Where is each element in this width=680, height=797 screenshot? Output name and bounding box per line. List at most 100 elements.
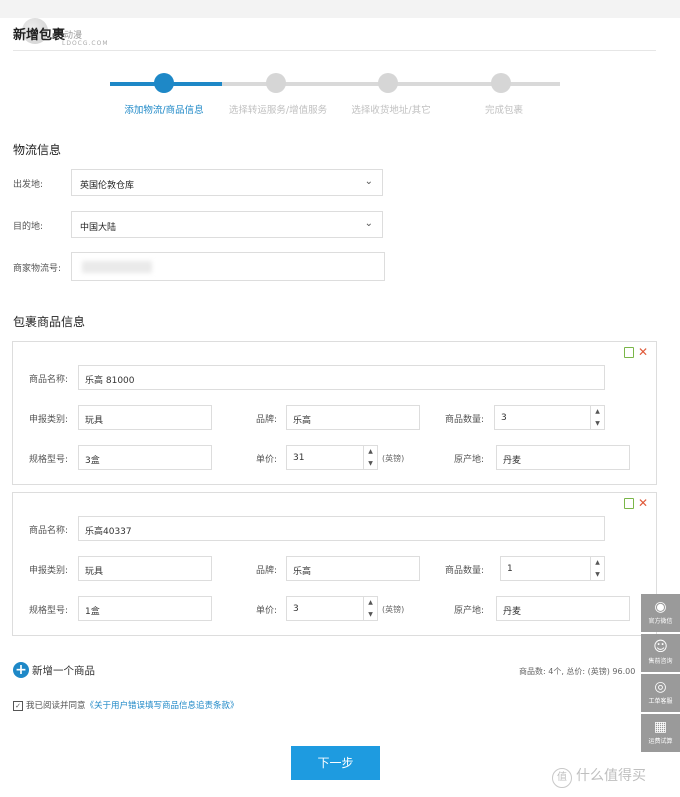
page-title: 新增包裹 bbox=[13, 28, 66, 43]
model-value: 3盒 bbox=[85, 456, 100, 466]
add-item-button[interactable]: + 新增一个商品 bbox=[13, 662, 95, 678]
brand-value: 乐高 bbox=[293, 567, 312, 577]
name-label: 商品名称: bbox=[29, 526, 69, 536]
grid-icon: ▦ bbox=[653, 719, 668, 735]
chevron-down-icon: ⌄ bbox=[364, 176, 373, 187]
plus-circle-icon: + bbox=[13, 662, 29, 678]
price-value: 31 bbox=[293, 453, 305, 463]
tool-presale[interactable]: ☺ 售前咨询 bbox=[641, 634, 680, 672]
category-value: 玩具 bbox=[85, 567, 104, 577]
caret-down-icon[interactable]: ▼ bbox=[591, 418, 604, 430]
name-value: 乐高40337 bbox=[85, 527, 132, 537]
tracking-input[interactable] bbox=[71, 252, 385, 281]
title-divider bbox=[13, 50, 656, 51]
copy-icon[interactable] bbox=[623, 346, 634, 358]
qty-value: 3 bbox=[501, 413, 507, 423]
origin-value: 丹麦 bbox=[503, 456, 522, 466]
origin-label: 原产地: bbox=[454, 455, 485, 465]
caret-up-icon[interactable]: ▲ bbox=[591, 557, 604, 569]
model-input[interactable]: 1盒 bbox=[78, 596, 212, 621]
price-stepper[interactable]: 31 ▲ ▼ bbox=[286, 445, 378, 470]
headset-icon: ◎ bbox=[654, 679, 667, 695]
step-dot-1[interactable] bbox=[154, 73, 174, 93]
model-label: 规格型号: bbox=[29, 455, 69, 465]
origin-value: 丹麦 bbox=[503, 607, 522, 617]
qty-spinner[interactable]: ▲ ▼ bbox=[590, 557, 604, 580]
step-dot-4[interactable] bbox=[491, 73, 511, 93]
tool-label: 运费试算 bbox=[648, 738, 673, 745]
tool-wechat[interactable]: ◉ 官方微信 bbox=[641, 594, 680, 632]
blurred-tracking-number bbox=[82, 261, 152, 273]
qty-label: 商品数量: bbox=[445, 566, 485, 576]
close-icon[interactable]: ✕ bbox=[638, 345, 648, 359]
qty-label: 商品数量: bbox=[445, 415, 485, 425]
brand-logo: 值 bbox=[552, 768, 572, 788]
to-select-value: 中国大陆 bbox=[80, 223, 117, 233]
copy-icon[interactable] bbox=[623, 497, 634, 509]
qty-spinner[interactable]: ▲ ▼ bbox=[590, 406, 604, 429]
from-label: 出发地: bbox=[13, 180, 44, 190]
step-dot-3[interactable] bbox=[378, 73, 398, 93]
caret-down-icon[interactable]: ▼ bbox=[364, 458, 377, 470]
close-icon[interactable]: ✕ bbox=[638, 496, 648, 510]
category-input[interactable]: 玩具 bbox=[78, 556, 212, 581]
caret-down-icon[interactable]: ▼ bbox=[591, 569, 604, 581]
tool-ticket[interactable]: ◎ 工单客服 bbox=[641, 674, 680, 712]
watermark-sub: LDOCG.COM bbox=[62, 40, 109, 47]
model-input[interactable]: 3盒 bbox=[78, 445, 212, 470]
caret-up-icon[interactable]: ▲ bbox=[364, 597, 377, 609]
tool-label: 官方微信 bbox=[648, 618, 673, 625]
agree-checkbox[interactable]: ✓ bbox=[13, 700, 23, 711]
card-actions: ✕ bbox=[623, 496, 648, 510]
currency-unit: (英镑) bbox=[382, 605, 405, 614]
robot-icon: ☺ bbox=[653, 639, 668, 655]
price-spinner[interactable]: ▲ ▼ bbox=[363, 597, 377, 620]
qty-stepper[interactable]: 3 ▲ ▼ bbox=[494, 405, 605, 430]
category-input[interactable]: 玩具 bbox=[78, 405, 212, 430]
caret-up-icon[interactable]: ▲ bbox=[364, 446, 377, 458]
caret-down-icon[interactable]: ▼ bbox=[364, 609, 377, 621]
brand-value: 乐高 bbox=[293, 416, 312, 426]
name-input[interactable]: 乐高40337 bbox=[78, 516, 605, 541]
price-stepper[interactable]: 3 ▲ ▼ bbox=[286, 596, 378, 621]
price-label: 单价: bbox=[256, 455, 278, 465]
agreement: ✓ 我已阅读并同意《关于用户错误填写商品信息追责条款》 bbox=[13, 699, 239, 711]
origin-input[interactable]: 丹麦 bbox=[496, 596, 630, 621]
wechat-icon: ◉ bbox=[654, 599, 667, 615]
tool-label: 售前咨询 bbox=[648, 658, 673, 665]
category-value: 玩具 bbox=[85, 416, 104, 426]
tool-calculator[interactable]: ▦ 运费试算 bbox=[641, 714, 680, 752]
step-dot-2[interactable] bbox=[266, 73, 286, 93]
category-label: 申报类别: bbox=[29, 566, 69, 576]
qty-stepper[interactable]: 1 ▲ ▼ bbox=[500, 556, 605, 581]
brand-watermark: 值什么值得买 bbox=[552, 765, 646, 788]
brand-text: 什么值得买 bbox=[576, 768, 646, 784]
price-label: 单价: bbox=[256, 606, 278, 616]
model-label: 规格型号: bbox=[29, 606, 69, 616]
logistics-section-title: 物流信息 bbox=[13, 143, 62, 157]
name-value: 乐高 81000 bbox=[85, 376, 135, 386]
step-label-2: 选择转运服务/增值服务 bbox=[228, 105, 328, 116]
terms-link[interactable]: 《关于用户错误填写商品信息追责条款》 bbox=[86, 701, 239, 711]
price-spinner[interactable]: ▲ ▼ bbox=[363, 446, 377, 469]
step-label-3: 选择收货地址/其它 bbox=[351, 105, 431, 116]
tool-label: 工单客服 bbox=[648, 698, 673, 705]
agree-text: 我已阅读并同意 bbox=[26, 701, 86, 711]
brand-input[interactable]: 乐高 bbox=[286, 556, 420, 581]
order-summary: 商品数: 4个, 总价: (英镑) 96.00 bbox=[519, 667, 636, 676]
goods-section-title: 包裹商品信息 bbox=[13, 315, 86, 329]
caret-up-icon[interactable]: ▲ bbox=[591, 406, 604, 418]
name-input[interactable]: 乐高 81000 bbox=[78, 365, 605, 390]
from-select[interactable]: 英国伦敦仓库 ⌄ bbox=[71, 169, 383, 196]
origin-label: 原产地: bbox=[454, 606, 485, 616]
to-select[interactable]: 中国大陆 ⌄ bbox=[71, 211, 383, 238]
price-value: 3 bbox=[293, 604, 299, 614]
goods-item-card: ✕ 商品名称: 乐高40337 申报类别: 玩具 品牌: 乐高 商品数量: 1 ▲… bbox=[12, 492, 657, 636]
brand-input[interactable]: 乐高 bbox=[286, 405, 420, 430]
next-step-button[interactable]: 下一步 bbox=[291, 746, 380, 780]
origin-input[interactable]: 丹麦 bbox=[496, 445, 630, 470]
model-value: 1盒 bbox=[85, 607, 100, 617]
chevron-down-icon: ⌄ bbox=[364, 218, 373, 229]
tracking-label: 商家物流号: bbox=[13, 264, 62, 274]
top-bar bbox=[0, 0, 680, 18]
